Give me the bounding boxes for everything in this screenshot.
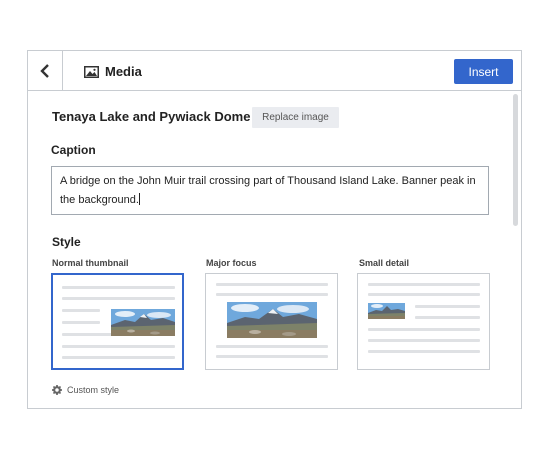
text-line [62, 321, 100, 324]
image-icon [84, 66, 99, 78]
text-line [62, 309, 100, 312]
style-option-label-small: Small detail [359, 258, 410, 268]
dialog-title: Media [105, 64, 142, 79]
style-option-small-detail[interactable] [357, 273, 490, 370]
chevron-left-icon [40, 63, 49, 78]
text-line [368, 283, 480, 286]
insert-button[interactable]: Insert [454, 59, 513, 84]
style-option-normal-thumbnail[interactable] [51, 273, 184, 370]
text-line [415, 305, 480, 308]
text-line [368, 328, 480, 331]
text-line [62, 286, 175, 289]
custom-style-label: Custom style [67, 385, 120, 395]
landscape-thumbnail [227, 302, 317, 338]
text-line [368, 339, 480, 342]
media-dialog: Media Insert Tenaya Lake and Pywiack Dom… [27, 50, 522, 409]
image-title: Tenaya Lake and Pywiack Dome [52, 109, 251, 124]
style-option-label-major: Major focus [206, 258, 257, 268]
text-line [216, 293, 328, 296]
text-line [216, 355, 328, 358]
style-option-major-focus[interactable] [205, 273, 338, 370]
text-line [62, 297, 175, 300]
text-line [62, 356, 175, 359]
text-line [415, 316, 480, 319]
caption-heading: Caption [51, 143, 96, 157]
back-button[interactable] [28, 51, 63, 90]
dialog-header: Media Insert [28, 51, 521, 91]
landscape-thumbnail [368, 303, 405, 319]
text-line [368, 293, 480, 296]
text-cursor [138, 193, 140, 205]
gear-icon [52, 385, 62, 395]
text-line [216, 345, 328, 348]
text-line [368, 350, 480, 353]
style-option-label-normal: Normal thumbnail [52, 258, 129, 268]
style-heading: Style [52, 235, 81, 249]
landscape-thumbnail [111, 309, 175, 336]
scrollbar[interactable] [513, 94, 518, 226]
caption-text: A bridge on the John Muir trail crossing… [60, 175, 476, 206]
text-line [62, 345, 175, 348]
caption-input[interactable]: A bridge on the John Muir trail crossing… [51, 166, 489, 215]
replace-image-button[interactable]: Replace image [252, 107, 339, 128]
custom-style-link[interactable]: Custom style [52, 385, 119, 395]
text-line [216, 283, 328, 286]
